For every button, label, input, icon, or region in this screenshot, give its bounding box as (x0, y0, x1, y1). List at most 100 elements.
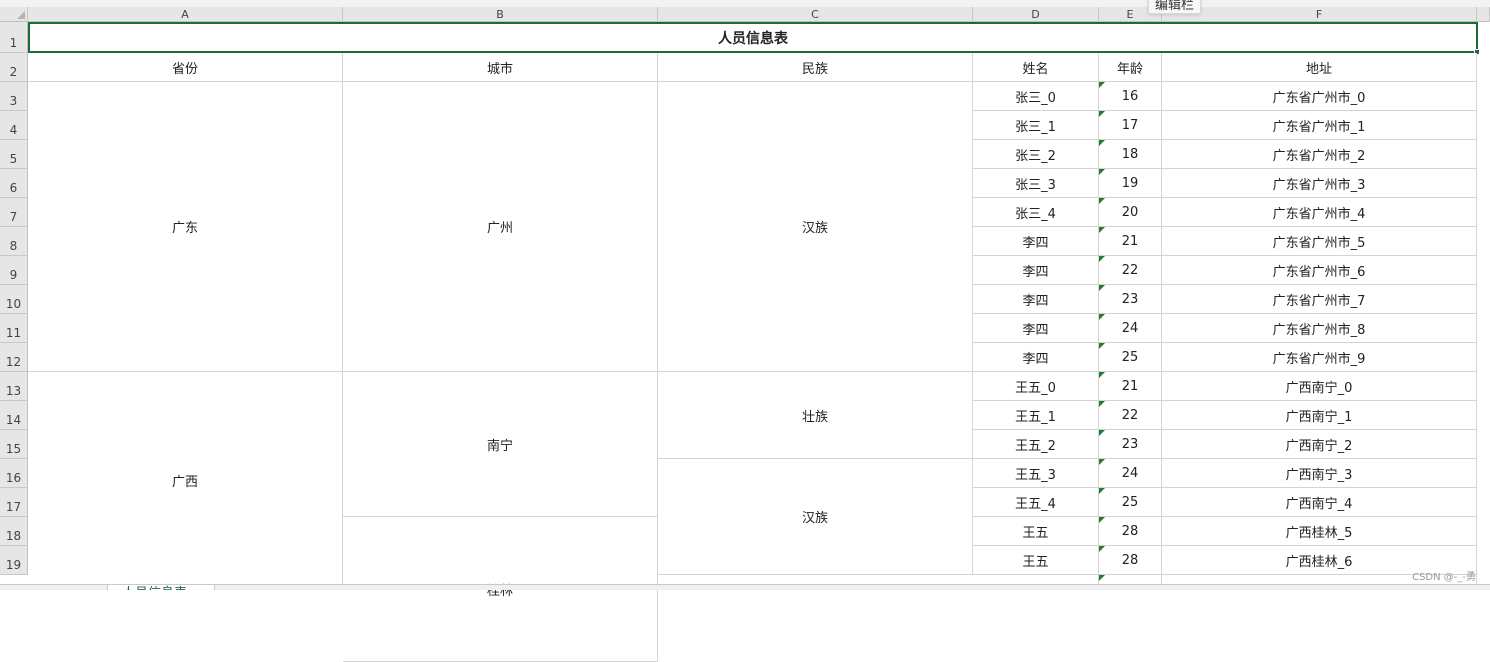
name-cell[interactable]: 王五_4 (973, 488, 1099, 517)
name-cell[interactable]: 张三_2 (973, 140, 1099, 169)
age-cell[interactable]: 24 (1099, 459, 1162, 488)
age-cell[interactable]: 20 (1099, 198, 1162, 227)
age-cell[interactable]: 25 (1099, 343, 1162, 372)
header-cell[interactable]: 地址 (1162, 53, 1477, 82)
age-cell[interactable]: 17 (1099, 111, 1162, 140)
column-header-c[interactable]: C (658, 7, 973, 22)
address-cell[interactable]: 广西南宁_1 (1162, 401, 1477, 430)
address-cell[interactable]: 广西桂林_5 (1162, 517, 1477, 546)
number-as-text-indicator-icon (1099, 140, 1105, 146)
name-cell[interactable]: 张三_1 (973, 111, 1099, 140)
address-cell[interactable]: 广东省广州市_2 (1162, 140, 1477, 169)
city-cell[interactable]: 南宁 (343, 372, 658, 517)
number-as-text-indicator-icon (1099, 517, 1105, 523)
header-cell[interactable]: 城市 (343, 53, 658, 82)
age-cell[interactable]: 23 (1099, 430, 1162, 459)
row-header-1[interactable]: 1 (0, 22, 28, 53)
row-header-17[interactable]: 17 (0, 488, 28, 517)
name-cell[interactable]: 王五_0 (973, 372, 1099, 401)
name-cell[interactable]: 王五_1 (973, 401, 1099, 430)
address-cell[interactable]: 广东省广州市_5 (1162, 227, 1477, 256)
header-cell[interactable]: 年龄 (1099, 53, 1162, 82)
age-cell[interactable]: 19 (1099, 169, 1162, 198)
age-cell[interactable]: 21 (1099, 227, 1162, 256)
name-cell[interactable]: 张三_0 (973, 82, 1099, 111)
header-cell[interactable]: 姓名 (973, 53, 1099, 82)
name-cell[interactable]: 王五 (973, 517, 1099, 546)
ethnicity-cell[interactable]: 壮族 (658, 372, 973, 459)
age-cell[interactable]: 22 (1099, 401, 1162, 430)
select-all-corner[interactable] (0, 7, 28, 22)
row-header-3[interactable]: 3 (0, 82, 28, 111)
name-cell[interactable]: 王五 (973, 546, 1099, 575)
address-cell[interactable]: 广西南宁_2 (1162, 430, 1477, 459)
row-header-4[interactable]: 4 (0, 111, 28, 140)
top-strip (0, 0, 1490, 7)
name-cell[interactable]: 李四 (973, 343, 1099, 372)
title-cell[interactable]: 人员信息表 (28, 22, 1478, 53)
spreadsheet: A B C D E F 1 2 3 4 5 6 7 8 9 10 11 12 13 14 15 16 17 18 19 人员信息表… (0, 0, 1490, 662)
age-cell[interactable]: 18 (1099, 140, 1162, 169)
age-cell[interactable]: 23 (1099, 285, 1162, 314)
name-cell[interactable]: 王五_3 (973, 459, 1099, 488)
row-header-12[interactable]: 12 (0, 343, 28, 372)
age-cell[interactable]: 16 (1099, 82, 1162, 111)
name-cell[interactable]: 李四 (973, 227, 1099, 256)
address-cell[interactable]: 广西南宁_4 (1162, 488, 1477, 517)
city-cell[interactable]: 广州 (343, 82, 658, 372)
header-cell[interactable]: 民族 (658, 53, 973, 82)
number-as-text-indicator-icon (1099, 82, 1105, 88)
column-header-d[interactable]: D (973, 7, 1099, 22)
name-cell[interactable]: 张三_4 (973, 198, 1099, 227)
age-cell[interactable]: 25 (1099, 488, 1162, 517)
number-as-text-indicator-icon (1099, 169, 1105, 175)
age-cell[interactable]: 28 (1099, 546, 1162, 575)
name-cell[interactable]: 王五_2 (973, 430, 1099, 459)
row-header-18[interactable]: 18 (0, 517, 28, 546)
address-cell[interactable]: 广东省广州市_3 (1162, 169, 1477, 198)
address-cell[interactable]: 广东省广州市_6 (1162, 256, 1477, 285)
age-cell[interactable]: 22 (1099, 256, 1162, 285)
row-header-2[interactable]: 2 (0, 53, 28, 82)
row-header-15[interactable]: 15 (0, 430, 28, 459)
column-header-f[interactable]: F (1162, 7, 1477, 22)
row-header-6[interactable]: 6 (0, 169, 28, 198)
province-cell[interactable]: 广西 (28, 372, 343, 590)
age-cell[interactable]: 21 (1099, 372, 1162, 401)
address-cell[interactable]: 广西南宁_0 (1162, 372, 1477, 401)
row-header-11[interactable]: 11 (0, 314, 28, 343)
address-cell[interactable]: 广东省广州市_0 (1162, 82, 1477, 111)
column-header-b[interactable]: B (343, 7, 658, 22)
name-cell[interactable]: 李四 (973, 256, 1099, 285)
ethnicity-cell[interactable]: 汉族 (658, 459, 973, 575)
row-header-7[interactable]: 7 (0, 198, 28, 227)
row-header-5[interactable]: 5 (0, 140, 28, 169)
name-cell[interactable]: 张三_3 (973, 169, 1099, 198)
column-header-empty[interactable] (1477, 7, 1490, 22)
row-header-16[interactable]: 16 (0, 459, 28, 488)
row-header-9[interactable]: 9 (0, 256, 28, 285)
ethnicity-cell[interactable]: 汉族 (658, 82, 973, 372)
name-cell[interactable]: 李四 (973, 314, 1099, 343)
number-as-text-indicator-icon (1099, 575, 1105, 581)
address-cell[interactable]: 广东省广州市_9 (1162, 343, 1477, 372)
province-cell[interactable]: 广东 (28, 82, 343, 372)
sheet-tab-active[interactable]: 人员信息表 (107, 585, 215, 590)
address-cell[interactable]: 广西南宁_3 (1162, 459, 1477, 488)
name-cell[interactable]: 李四 (973, 285, 1099, 314)
address-cell[interactable]: 广东省广州市_1 (1162, 111, 1477, 140)
address-cell[interactable]: 广东省广州市_7 (1162, 285, 1477, 314)
row-header-19[interactable]: 19 (0, 546, 28, 575)
sheet-tab-bar (0, 584, 1490, 590)
age-cell[interactable]: 24 (1099, 314, 1162, 343)
address-cell[interactable]: 广东省广州市_8 (1162, 314, 1477, 343)
row-header-8[interactable]: 8 (0, 227, 28, 256)
row-header-10[interactable]: 10 (0, 285, 28, 314)
row-header-14[interactable]: 14 (0, 401, 28, 430)
column-header-a[interactable]: A (28, 7, 343, 22)
age-cell[interactable]: 28 (1099, 517, 1162, 546)
row-header-13[interactable]: 13 (0, 372, 28, 401)
number-as-text-indicator-icon (1099, 343, 1105, 349)
header-cell[interactable]: 省份 (28, 53, 343, 82)
address-cell[interactable]: 广东省广州市_4 (1162, 198, 1477, 227)
